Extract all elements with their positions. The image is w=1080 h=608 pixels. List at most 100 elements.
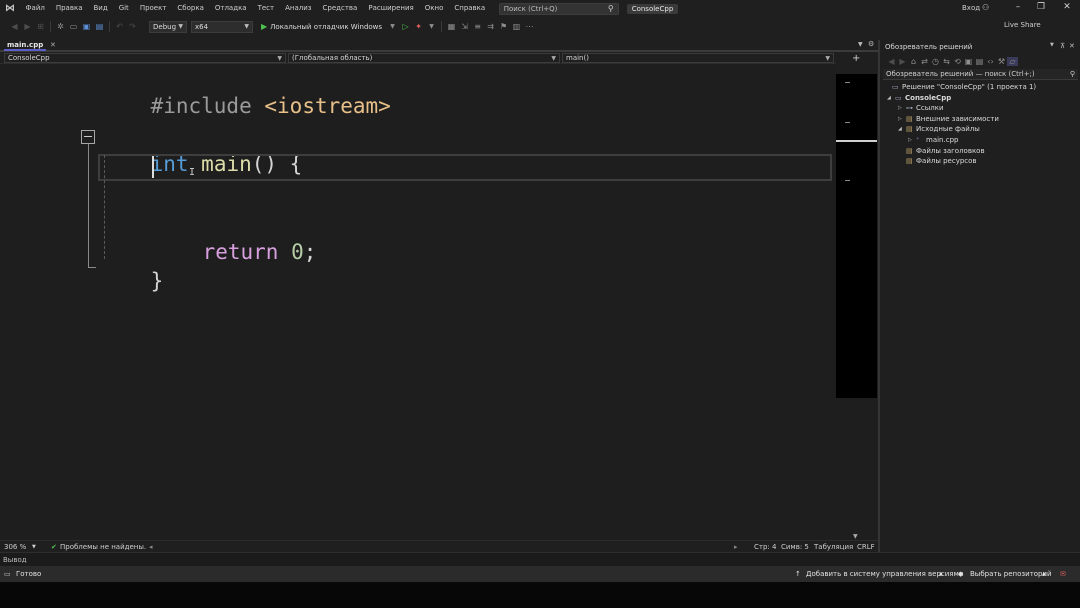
- open-folder-icon[interactable]: ▭: [67, 22, 80, 31]
- menu-debug[interactable]: Отладка: [209, 0, 252, 17]
- layout-icon[interactable]: ▦: [445, 22, 458, 31]
- undo-icon[interactable]: ↶: [113, 22, 126, 31]
- platform-select[interactable]: x64 ▼: [191, 20, 253, 33]
- wrench-icon[interactable]: ⚒: [996, 57, 1007, 66]
- back-icon[interactable]: ◀: [886, 57, 897, 66]
- collapsed-icon[interactable]: ▷: [898, 116, 906, 122]
- tree-item-resource-files[interactable]: ▤ Файлы ресурсов: [906, 156, 977, 166]
- close-panel-icon[interactable]: ✕: [1069, 42, 1075, 50]
- menu-project[interactable]: Проект: [134, 0, 172, 17]
- comment-icon[interactable]: ▥: [510, 22, 523, 31]
- maximize-icon[interactable]: ❐: [1031, 2, 1051, 12]
- login-link[interactable]: Вход: [962, 4, 980, 12]
- chevron-down-icon[interactable]: ▼: [386, 23, 399, 30]
- tree-item-solution[interactable]: ▭ Решение "ConsoleCpp" (1 проекта 1): [892, 82, 1036, 92]
- chevron-down-icon[interactable]: ▼: [1050, 42, 1054, 48]
- chevron-down-icon[interactable]: ▼: [425, 23, 438, 30]
- menu-edit[interactable]: Правка: [50, 0, 88, 17]
- align-icon[interactable]: ≡: [471, 22, 484, 31]
- step-icon[interactable]: ⇲: [458, 22, 471, 31]
- tree-item-source-files[interactable]: ◢ ▤ Исходные файлы: [898, 124, 980, 134]
- run-target-label[interactable]: Локальный отладчик Windows: [270, 23, 382, 31]
- menu-git[interactable]: Git: [113, 0, 134, 17]
- live-share-button[interactable]: Live Share: [1004, 21, 1041, 29]
- close-tab-icon[interactable]: ✕: [50, 41, 56, 49]
- redo-icon[interactable]: ↷: [126, 22, 139, 31]
- scroll-left-icon[interactable]: ◂: [149, 542, 153, 552]
- tab-list-icon[interactable]: ▼: [858, 41, 863, 48]
- select-repository-button[interactable]: Выбрать репозиторий: [970, 569, 1052, 579]
- start-debugging-icon[interactable]: ▶: [261, 22, 267, 31]
- scroll-down-icon[interactable]: ▼: [853, 533, 858, 540]
- sync-icon[interactable]: ⟲: [952, 57, 963, 66]
- vertical-scrollbar[interactable]: [836, 398, 877, 540]
- save-icon[interactable]: ▣: [80, 22, 93, 31]
- solution-search-input[interactable]: Обозреватель решений — поиск (Ctrl+;) ⚲: [883, 69, 1078, 80]
- pending-changes-icon[interactable]: ⇆: [941, 57, 952, 66]
- format-icon[interactable]: ⇉: [484, 22, 497, 31]
- zoom-level[interactable]: 306 %: [4, 542, 26, 552]
- menu-test[interactable]: Тест: [252, 0, 280, 17]
- hot-reload-icon[interactable]: ✦: [412, 22, 425, 31]
- forward-icon[interactable]: ▶: [897, 57, 908, 66]
- expanded-icon[interactable]: ◢: [898, 126, 906, 132]
- tree-item-external-dependencies[interactable]: ▷ ▤ Внешние зависимости: [898, 114, 999, 124]
- more-icon[interactable]: ⋯: [523, 22, 536, 31]
- menu-file[interactable]: Файл: [20, 0, 50, 17]
- menu-help[interactable]: Справка: [449, 0, 491, 17]
- chevron-up-icon[interactable]: ▲: [1042, 569, 1046, 579]
- member-dropdown[interactable]: main() ▼: [562, 53, 834, 63]
- pin-icon[interactable]: ⊼: [1060, 42, 1065, 50]
- line-ending-status[interactable]: CRLF: [857, 542, 875, 552]
- tab-main-cpp[interactable]: main.cpp: [4, 40, 47, 51]
- show-all-files-icon[interactable]: ▤: [974, 57, 985, 66]
- split-editor-icon[interactable]: +: [852, 53, 860, 64]
- back-icon[interactable]: ◀: [8, 22, 21, 31]
- code-editor[interactable]: #include <iostream> int main() { return …: [0, 64, 836, 540]
- collapsed-icon[interactable]: ▷: [908, 137, 916, 143]
- overview-viewport-marker[interactable]: [836, 140, 877, 142]
- notifications-icon[interactable]: ✉: [1060, 569, 1066, 579]
- view-code-icon[interactable]: ‹›: [985, 57, 996, 66]
- menu-window[interactable]: Окно: [419, 0, 449, 17]
- menu-tools[interactable]: Средства: [317, 0, 363, 17]
- scope-dropdown[interactable]: (Глобальная область) ▼: [288, 53, 560, 63]
- project-dropdown[interactable]: ConsoleCpp ▼: [4, 53, 286, 63]
- menu-extensions[interactable]: Расширения: [363, 0, 419, 17]
- code-overview-map[interactable]: [836, 74, 877, 398]
- tree-item-project[interactable]: ◢ ▭ ConsoleCpp: [887, 93, 951, 103]
- line-number-status[interactable]: Стр: 4: [754, 542, 776, 552]
- scroll-right-icon[interactable]: ▸: [734, 542, 738, 552]
- tree-item-header-files[interactable]: ▤ Файлы заголовков: [906, 146, 985, 156]
- bookmark-icon[interactable]: ⚑: [497, 22, 510, 31]
- column-number-status[interactable]: Симв: 5: [781, 542, 809, 552]
- menu-view[interactable]: Вид: [88, 0, 113, 17]
- tree-item-main-cpp[interactable]: ▷ ⁺ main.cpp: [908, 135, 958, 145]
- close-icon[interactable]: ✕: [1057, 2, 1077, 12]
- tree-item-references[interactable]: ▷ ⊶ Ссылки: [898, 103, 944, 113]
- switch-view-icon[interactable]: ⇄: [919, 57, 930, 66]
- global-search-input[interactable]: Поиск (Ctrl+Q) ⚲: [498, 2, 619, 15]
- minimize-icon[interactable]: –: [1008, 2, 1028, 12]
- collapse-all-icon[interactable]: ▣: [963, 57, 974, 66]
- start-without-debugging-icon[interactable]: ▷: [399, 22, 412, 31]
- history-icon[interactable]: ◷: [930, 57, 941, 66]
- configuration-select[interactable]: Debug ▼: [149, 20, 187, 33]
- menu-build[interactable]: Сборка: [172, 0, 209, 17]
- menu-analyze[interactable]: Анализ: [280, 0, 317, 17]
- gear-icon[interactable]: ⚙: [868, 40, 874, 48]
- save-all-icon[interactable]: ▤: [93, 22, 106, 31]
- preview-icon[interactable]: ▱: [1007, 56, 1018, 66]
- account-icon[interactable]: ⚇: [982, 3, 989, 12]
- forward-icon[interactable]: ▶: [21, 22, 34, 31]
- expanded-icon[interactable]: ◢: [887, 95, 895, 101]
- chevron-up-icon[interactable]: ▲: [939, 569, 943, 579]
- collapsed-icon[interactable]: ▷: [898, 105, 906, 111]
- new-item-icon[interactable]: ✲: [54, 22, 67, 31]
- indent-mode-status[interactable]: Табуляция: [814, 542, 853, 552]
- problems-status[interactable]: Проблемы не найдены.: [60, 542, 146, 552]
- visual-studio-logo-icon[interactable]: ⋈: [0, 0, 20, 17]
- history-icon[interactable]: ⊞: [34, 22, 47, 31]
- collapse-region-icon[interactable]: [81, 130, 95, 144]
- home-icon[interactable]: ⌂: [908, 57, 919, 66]
